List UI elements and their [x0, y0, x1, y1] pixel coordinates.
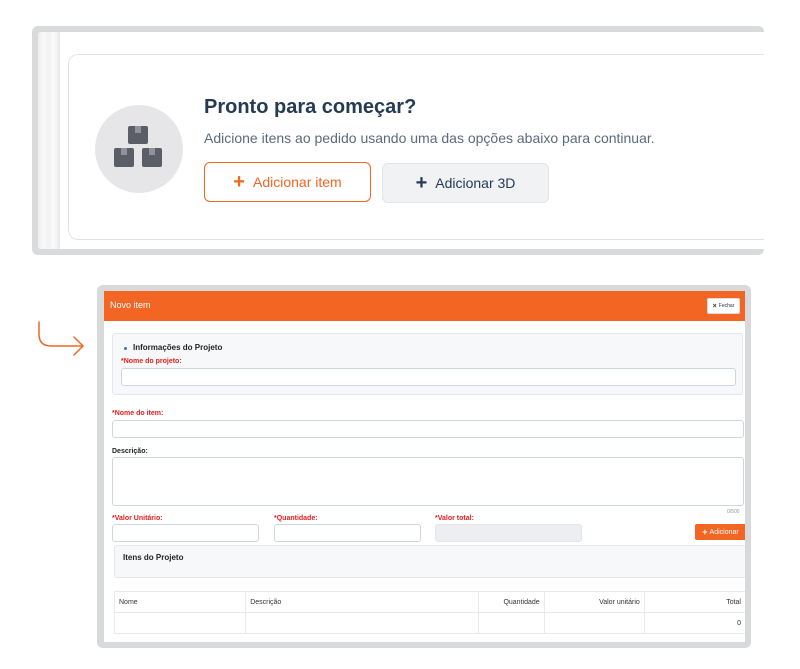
add-item-label: Adicionar item — [252, 174, 342, 190]
items-table: Nome Descrição Quantidade Valor unitário… — [113, 591, 745, 634]
table-cell — [543, 612, 645, 634]
col-header-total: Total — [643, 591, 745, 613]
project-info-section: Informações do Projeto *Nome do projeto: — [112, 333, 743, 395]
empty-state-window: Pronto para começar? Adicione itens ao p… — [38, 32, 764, 249]
add-3d-button[interactable]: + Adicionar 3D — [382, 163, 549, 203]
close-label: Fechar — [718, 303, 735, 309]
col-header-quantity: Quantidade — [477, 591, 545, 613]
project-name-label: *Nome do projeto: — [121, 358, 182, 365]
empty-state-title: Pronto para começar? — [204, 96, 417, 118]
empty-state-subtitle: Adicione itens ao pedido usando uma das … — [204, 130, 655, 146]
item-name-input[interactable] — [112, 420, 744, 438]
table-cell — [245, 612, 479, 634]
empty-state-card: Pronto para começar? Adicione itens ao p… — [68, 54, 764, 240]
description-textarea[interactable] — [112, 457, 744, 506]
empty-state-frame: Pronto para começar? Adicione itens ao p… — [32, 26, 764, 255]
boxes-icon — [95, 105, 183, 193]
col-header-name: Nome — [113, 591, 247, 613]
bullet-icon — [124, 347, 127, 350]
table-cell-total: 0 — [643, 612, 745, 634]
item-name-label: *Nome do item: — [112, 410, 164, 417]
boxes-icon-svg — [114, 126, 162, 167]
description-label: Descrição: — [112, 448, 148, 455]
add-button[interactable]: + Adicionar — [695, 524, 745, 540]
description-counter: 0/500 — [727, 509, 740, 515]
plus-icon: + — [415, 172, 428, 194]
unit-value-label: *Valor Unitário: — [112, 515, 163, 522]
quantity-label: *Quantidade: — [274, 515, 318, 522]
project-info-title: Informações do Projeto — [133, 343, 223, 352]
sidebar-edge — [38, 32, 60, 249]
total-value-input — [435, 524, 582, 542]
add-3d-label: Adicionar 3D — [435, 175, 516, 191]
table-cell — [477, 612, 545, 634]
project-name-input[interactable] — [121, 368, 736, 386]
new-item-modal: Novo item × Fechar Informações do Projet… — [104, 291, 745, 642]
table-header-row: Nome Descrição Quantidade Valor unitário… — [113, 591, 745, 613]
plus-icon: + — [233, 171, 245, 193]
table-row: 0 — [113, 612, 745, 634]
quantity-input[interactable] — [274, 524, 421, 542]
col-header-description: Descrição — [245, 591, 479, 613]
close-button[interactable]: × Fechar — [707, 298, 740, 314]
add-button-label: Adicionar — [709, 528, 739, 536]
table-cell — [113, 612, 247, 634]
add-item-button[interactable]: + Adicionar item — [204, 162, 371, 202]
modal-header: Novo item × Fechar — [104, 291, 745, 321]
col-header-unit-value: Valor unitário — [543, 591, 645, 613]
new-item-modal-frame: Novo item × Fechar Informações do Projet… — [97, 285, 751, 648]
plus-icon: + — [702, 527, 708, 537]
project-items-title: Itens do Projeto — [123, 553, 184, 562]
project-items-section: Itens do Projeto — [114, 545, 745, 578]
close-icon: × — [712, 302, 717, 310]
total-value-label: *Valor total: — [435, 515, 474, 522]
modal-title: Novo item — [110, 300, 151, 310]
unit-value-input[interactable] — [112, 524, 259, 542]
arrow-right-icon — [38, 321, 84, 356]
